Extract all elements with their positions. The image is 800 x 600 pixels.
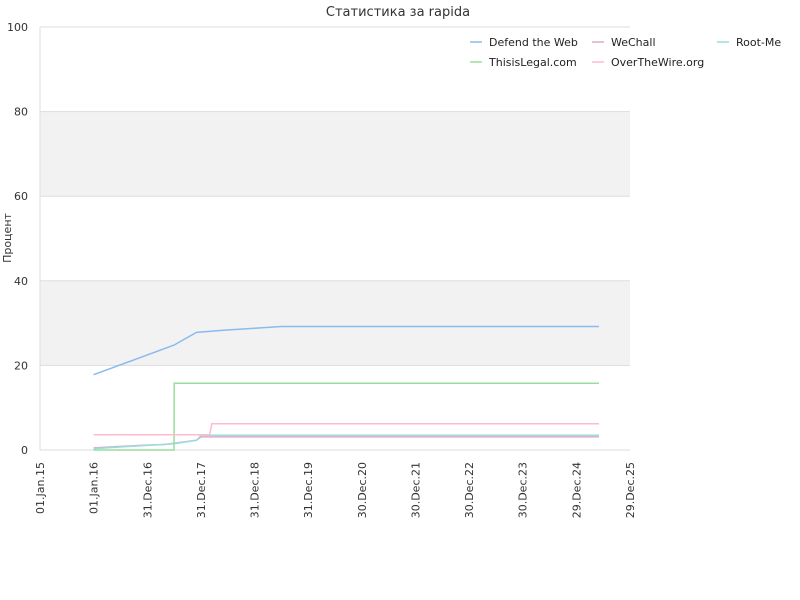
grid-band (40, 280, 630, 366)
x-tick-label: 31.Dec.17 (195, 462, 208, 518)
grid-bands (40, 111, 630, 366)
legend-label: WeChall (611, 36, 656, 49)
y-tick-label: 0 (21, 444, 28, 457)
y-tick-label: 100 (7, 21, 28, 34)
x-tick-label: 29.Dec.25 (624, 462, 637, 518)
y-tick-label: 60 (14, 190, 28, 203)
legend-label: Root-Me (736, 36, 781, 49)
legend: Defend the Web WeChall Root-Me ThisisLegal.… (470, 36, 781, 69)
chart-title: Статистика за rapida (326, 5, 470, 20)
legend-label: Defend the Web (489, 36, 578, 49)
series-line (93, 382, 599, 451)
y-tick-label: 80 (14, 106, 28, 119)
line-chart: Статистика за rapida Процент 0 20 40 60 80 10… (1, 5, 781, 518)
y-tick-label: 40 (14, 275, 28, 288)
grid-band (40, 111, 630, 197)
x-tick-label: 31.Dec.18 (249, 462, 262, 518)
x-tick-label: 01.Jan.16 (88, 462, 101, 514)
x-tick-label: 30.Dec.23 (517, 462, 530, 518)
x-tick-label: 30.Dec.20 (356, 462, 369, 518)
series-line (93, 436, 599, 449)
x-tick-label: 30.Dec.21 (409, 462, 422, 518)
y-axis-title: Процент (1, 212, 14, 262)
x-tick-label: 31.Dec.19 (302, 462, 315, 518)
series-line (93, 423, 599, 436)
x-tick-label: 01.Jan.15 (34, 462, 47, 514)
legend-label: OverTheWire.org (611, 56, 704, 69)
grid-lines (39, 26, 630, 451)
x-tick-label: 30.Dec.22 (463, 462, 476, 518)
legend-label: ThisisLegal.com (488, 56, 577, 69)
x-tick-label: 31.Dec.16 (141, 462, 154, 518)
y-tick-label: 20 (14, 359, 28, 372)
x-tick-label: 29.Dec.24 (570, 462, 583, 518)
x-axis-ticks: 01.Jan.15 01.Jan.16 31.Dec.16 31.Dec.17 31.D… (34, 462, 637, 518)
